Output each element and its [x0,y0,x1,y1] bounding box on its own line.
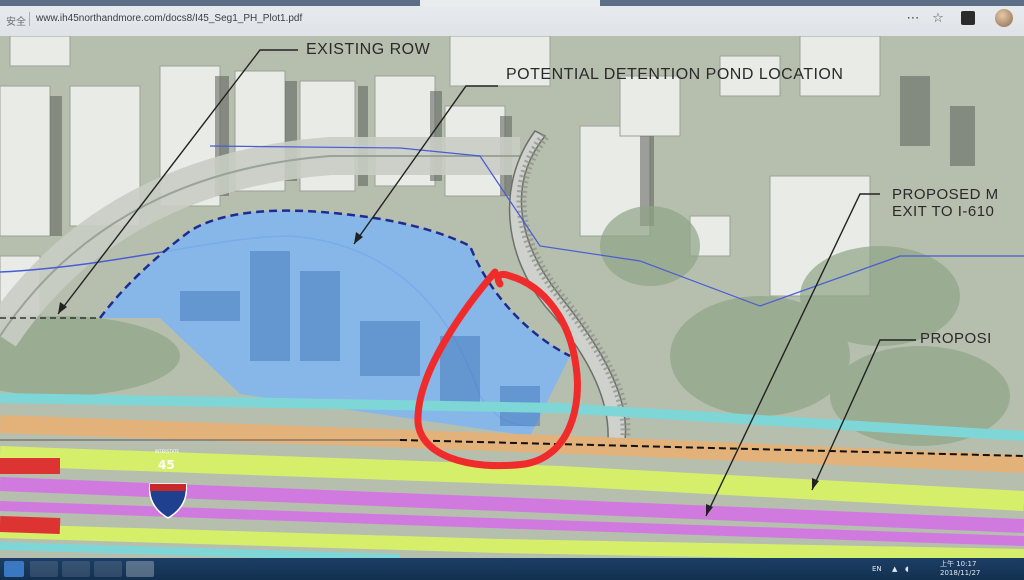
network-icon[interactable]: ▲ [892,565,897,573]
taskbar-app-browser[interactable] [126,561,154,577]
clock-time[interactable]: 上午 10:17 [940,559,976,569]
windows-taskbar: EN ▲ ◖ 上午 10:17 2018/11/27 [0,558,1024,580]
star-icon[interactable]: ☆ [928,8,948,28]
address-bar-url[interactable]: www.ih45northandmore.com/docs8/I45_Seg1_… [36,13,302,24]
shield-top-text: INTERSTATE [155,449,179,454]
security-indicator[interactable]: 安全 [6,13,26,28]
label-proposed-line1: PROPOSED M [892,186,999,203]
address-separator [29,12,30,26]
label-proposed-short: PROPOSI [920,330,992,347]
taskbar-app-1[interactable] [30,561,58,577]
profile-avatar[interactable] [994,8,1014,28]
bookmark-icon[interactable]: ⋯ [903,8,923,28]
tab-strip [0,0,1024,6]
clock-date[interactable]: 2018/11/27 [940,569,980,577]
label-existing-row: EXISTING ROW [306,41,431,58]
taskbar-app-3[interactable] [94,561,122,577]
extension-icon[interactable] [958,8,978,28]
label-proposed-line2: EXIT TO I-610 [892,203,995,220]
label-detention-pond: POTENTIAL DETENTION POND LOCATION [506,66,844,83]
volume-icon[interactable]: ◖ [905,565,909,573]
taskbar-app-2[interactable] [62,561,90,577]
shield-number: 45 [158,458,175,472]
input-indicator[interactable]: EN [872,565,882,573]
aerial-map-drawing [0,36,1024,558]
browser-toolbar: 安全 www.ih45northandmore.com/docs8/I45_Se… [0,0,1024,37]
start-button[interactable] [4,561,24,577]
pdf-map-view[interactable]: EXISTING ROW POTENTIAL DETENTION POND LO… [0,36,1024,558]
